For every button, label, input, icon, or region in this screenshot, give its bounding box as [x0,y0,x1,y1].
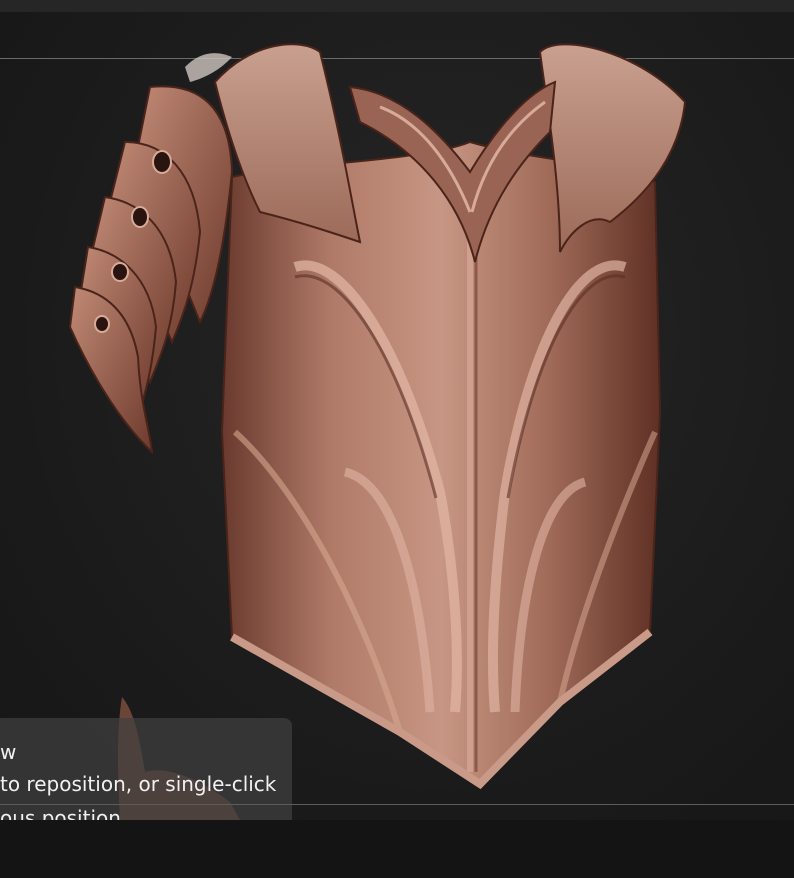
armor-model[interactable] [0,12,794,820]
hint-line-1: to reposition, or single-click [0,772,277,796]
hint-title: w [0,740,17,764]
3d-viewport[interactable]: w to reposition, or single-click ous pos… [0,12,794,820]
pauldron[interactable] [68,53,234,455]
breastplate [220,140,662,786]
document-frame-bottom-border [0,804,794,805]
bottom-toolbar [0,820,794,878]
collar-right [538,43,687,253]
